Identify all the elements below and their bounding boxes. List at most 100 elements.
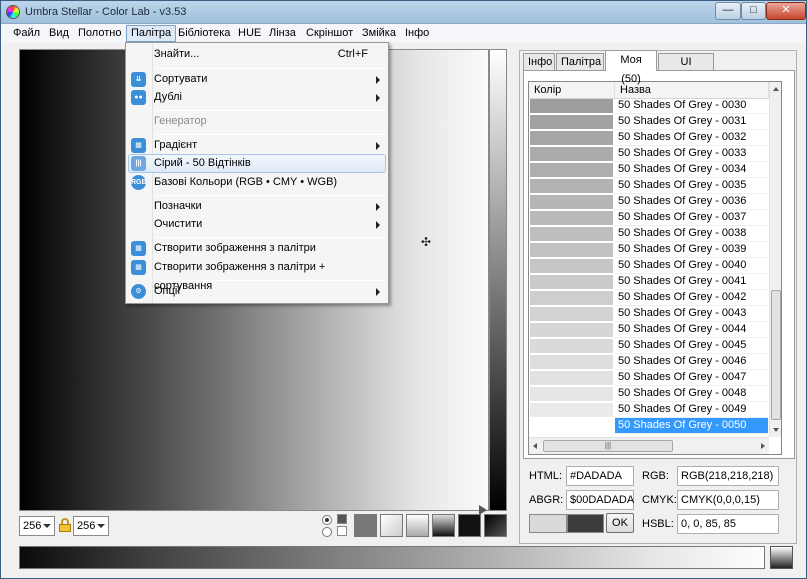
horizontal-scroll-thumb[interactable]: ||| [543, 440, 673, 452]
menu-base-colors[interactable]: RGB Базові Кольори (RGB • CMY • WGB) [128, 173, 386, 192]
brightness-slider[interactable] [489, 49, 507, 511]
menu-file[interactable]: Файл [9, 25, 44, 42]
preview-light-swatch [529, 514, 567, 533]
gradient-strip[interactable] [19, 546, 765, 569]
list-item[interactable]: 50 Shades Of Grey - 0046 [529, 354, 769, 370]
menu-canvas[interactable]: Полотно [74, 25, 125, 42]
color-name: 50 Shades Of Grey - 0041 [615, 274, 768, 290]
menu-view[interactable]: Вид [45, 25, 73, 42]
list-item[interactable]: 50 Shades Of Grey - 0048 [529, 386, 769, 402]
menu-info[interactable]: Інфо [401, 25, 433, 42]
swatch-preset-2[interactable] [380, 514, 403, 537]
scroll-left-icon[interactable] [533, 443, 537, 449]
color-name: 50 Shades Of Grey - 0032 [615, 130, 768, 146]
color-swatch [530, 99, 613, 113]
mode-radio-2[interactable] [322, 527, 332, 537]
menu-create-image-sorted[interactable]: ▦ Створити зображення з палітри + сортув… [128, 258, 386, 292]
lock-icon[interactable] [59, 518, 71, 532]
color-name: 50 Shades Of Grey - 0047 [615, 370, 768, 386]
menu-library[interactable]: Бібліотека [174, 25, 234, 42]
color-swatch [530, 147, 613, 161]
menu-options-label: Опції [154, 285, 181, 297]
menu-bar: Файл Вид Полотно Палітра Бібліотека HUE … [1, 24, 806, 43]
color-swatch [530, 307, 613, 321]
list-horizontal-scrollbar[interactable]: ||| [529, 437, 769, 454]
list-item[interactable]: 50 Shades Of Grey - 0035 [529, 178, 769, 194]
list-item[interactable]: 50 Shades Of Grey - 0040 [529, 258, 769, 274]
mode-radio-1[interactable] [322, 515, 332, 525]
abgr-value-field[interactable]: $00DADADA [566, 490, 634, 510]
menu-screenshot[interactable]: Скріншот [302, 25, 357, 42]
menu-gradient[interactable]: ▦ Градієнт [128, 136, 386, 155]
list-item[interactable]: 50 Shades Of Grey - 0032 [529, 130, 769, 146]
menu-find[interactable]: Знайти... Ctrl+F [128, 45, 386, 64]
minimize-button[interactable]: — [715, 2, 741, 20]
list-item[interactable]: 50 Shades Of Grey - 0031 [529, 114, 769, 130]
submenu-arrow-icon [376, 221, 380, 229]
list-item[interactable]: 50 Shades Of Grey - 0033 [529, 146, 769, 162]
maximize-button[interactable]: □ [741, 2, 766, 20]
list-item[interactable]: 50 Shades Of Grey - 0047 [529, 370, 769, 386]
ok-button[interactable]: OK [606, 513, 634, 533]
submenu-arrow-icon [376, 203, 380, 211]
color-swatch [530, 387, 613, 401]
swatch-preset-3[interactable] [406, 514, 429, 537]
color-swatch [530, 243, 613, 257]
list-vertical-scrollbar[interactable] [769, 82, 781, 437]
canvas-height-select[interactable]: 256 [73, 516, 109, 536]
hsbl-value-field[interactable]: 0, 0, 85, 85 [677, 514, 779, 534]
tab-info[interactable]: Інфо [523, 53, 555, 71]
html-value-field[interactable]: #DADADA [566, 466, 634, 486]
menu-create-image[interactable]: ▦ Створити зображення з палітри [128, 239, 386, 258]
column-color-header[interactable]: Колір [529, 82, 615, 99]
menu-lens[interactable]: Лінза [265, 25, 300, 42]
menu-options[interactable]: ⚙ Опції [128, 282, 386, 301]
color-name: 50 Shades Of Grey - 0038 [615, 226, 768, 242]
list-item[interactable]: 50 Shades Of Grey - 0039 [529, 242, 769, 258]
menu-marks[interactable]: Позначки [128, 197, 386, 216]
menu-clear[interactable]: Очистити [128, 215, 386, 234]
menu-sort[interactable]: ⇊ Сортувати [128, 70, 386, 89]
list-item[interactable]: 50 Shades Of Grey - 0037 [529, 210, 769, 226]
menu-duplicates[interactable]: ●● Дублі [128, 88, 386, 107]
list-item[interactable]: 50 Shades Of Grey - 0044 [529, 322, 769, 338]
list-item[interactable]: 50 Shades Of Grey - 0038 [529, 226, 769, 242]
list-item[interactable]: 50 Shades Of Grey - 0045 [529, 338, 769, 354]
color-name: 50 Shades Of Grey - 0031 [615, 114, 768, 130]
list-item[interactable]: 50 Shades Of Grey - 0043 [529, 306, 769, 322]
gradient-end-swatch[interactable] [770, 546, 793, 569]
tab-my[interactable]: Моя (50) [605, 50, 657, 85]
list-item[interactable]: 50 Shades Of Grey - 0049 [529, 402, 769, 418]
color-name: 50 Shades Of Grey - 0033 [615, 146, 768, 162]
cmyk-value-field[interactable]: CMYK(0,0,0,15) [677, 490, 779, 510]
title-bar[interactable]: Umbra Stellar - Color Lab - v3.53 — □ ✕ [1, 1, 806, 24]
rgb-value-field[interactable]: RGB(218,218,218) [677, 466, 779, 486]
scroll-up-icon[interactable] [773, 87, 779, 91]
color-list[interactable]: Колір Назва 50 Shades Of Grey - 0030 50 S… [528, 81, 782, 455]
tab-palette[interactable]: Палітра [556, 53, 604, 71]
list-item[interactable]: 50 Shades Of Grey - 0034 [529, 162, 769, 178]
list-item[interactable]: 50 Shades Of Grey - 0042 [529, 290, 769, 306]
image-grid-sorted-icon: ▦ [131, 260, 146, 275]
menu-snake[interactable]: Змійка [358, 25, 400, 42]
list-item[interactable]: 50 Shades Of Grey - 0041 [529, 274, 769, 290]
close-button[interactable]: ✕ [766, 2, 806, 20]
tab-ui-design[interactable]: UI Дизайн [658, 53, 714, 84]
color-name: 50 Shades Of Grey - 0045 [615, 338, 768, 354]
swatch-preset-4[interactable] [432, 514, 455, 537]
list-item[interactable]: 50 Shades Of Grey - 0050 [529, 418, 769, 434]
list-item[interactable]: 50 Shades Of Grey - 0030 [529, 98, 769, 114]
swatch-preset-1[interactable] [354, 514, 377, 537]
color-swatch [530, 355, 613, 369]
vertical-scroll-thumb[interactable] [771, 290, 781, 420]
canvas-width-select[interactable]: 256 [19, 516, 55, 536]
menu-palette[interactable]: Палітра [126, 25, 177, 42]
list-item[interactable]: 50 Shades Of Grey - 0036 [529, 194, 769, 210]
menu-find-label: Знайти... [154, 48, 200, 60]
menu-greys[interactable]: ||| Сірий - 50 Відтінків [128, 154, 386, 173]
scroll-right-icon[interactable] [761, 443, 765, 449]
swatch-preset-5[interactable] [458, 514, 481, 537]
scroll-down-icon[interactable] [773, 428, 779, 432]
menu-hue[interactable]: HUE [234, 25, 265, 42]
swatch-preset-6[interactable] [484, 514, 507, 537]
